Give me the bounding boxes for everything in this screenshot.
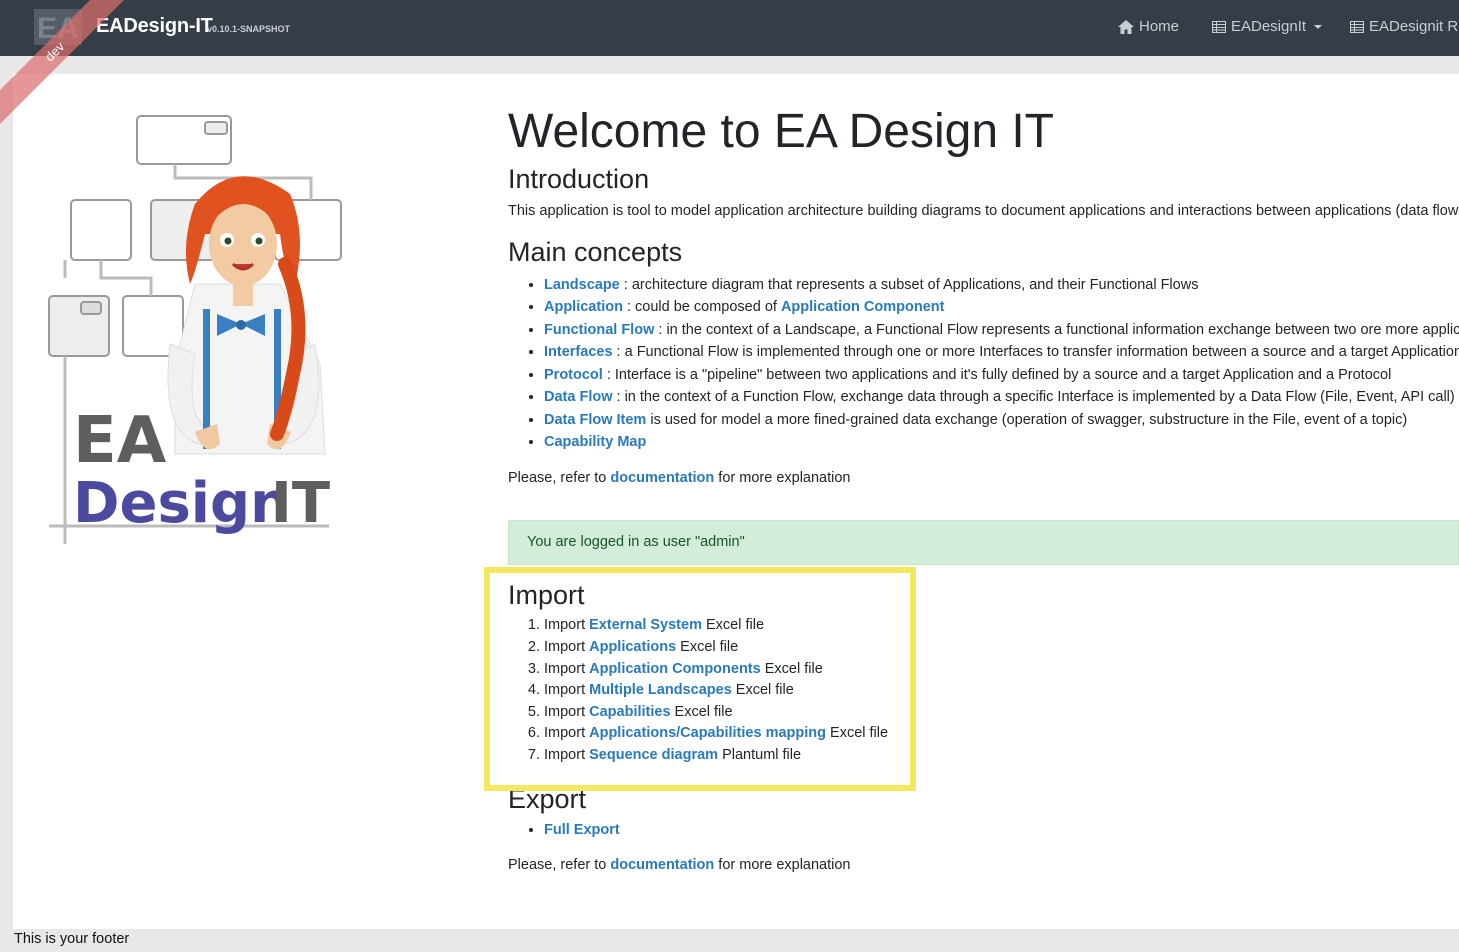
nav-home-label: Home (1139, 18, 1180, 35)
capability-map-link[interactable]: Capability Map (544, 434, 646, 450)
application-link[interactable]: Application (544, 299, 623, 315)
brand-title[interactable]: EADesign-IT (96, 15, 213, 38)
refer-prefix: Please, refer to (508, 469, 611, 486)
list-item: Import Multiple Landscapes Excel file (544, 680, 1459, 702)
login-alert: You are logged in as user "admin" (508, 520, 1459, 565)
application-component-link[interactable]: Application Component (781, 299, 945, 315)
import-suffix: Excel file (701, 617, 765, 634)
export-list: Full Export (508, 819, 1459, 842)
concepts-heading: Main concepts (508, 236, 683, 267)
data-flow-item-link[interactable]: Data Flow Item (544, 412, 646, 428)
table-icon (1212, 20, 1226, 33)
nav-home[interactable]: Home (1118, 18, 1179, 35)
list-item: Import Application Components Excel file (544, 659, 1459, 681)
import-applications-capabilities-mapping-link[interactable]: Applications/Capabilities mapping (589, 725, 826, 741)
import-prefix: Import (544, 660, 590, 677)
import-suffix: Excel file (731, 682, 794, 699)
concept-description: : a Functional Flow is implemented throu… (612, 344, 1459, 361)
import-capabilities-link[interactable]: Capabilities (589, 704, 670, 720)
list-item: Import Applications Excel file (544, 637, 1459, 659)
import-prefix: Import (544, 703, 590, 720)
concept-description: : in the context of a Function Flow, exc… (612, 389, 1455, 406)
import-suffix: Plantuml file (718, 746, 802, 763)
import-suffix: Excel file (826, 725, 889, 742)
import-export-section: Import Import External System Excel file… (508, 579, 1459, 876)
content-column: Welcome to EA Design IT Introduction Thi… (508, 104, 1459, 489)
nav-eadesignit-reports-label: EADesignit Re (1369, 18, 1459, 35)
list-item: Data Flow : in the context of a Function… (544, 386, 1459, 409)
refer-text-2: Please, refer to documentation for more … (508, 855, 1459, 876)
ea-design-it-illustration: EA Design IT (48, 115, 342, 544)
import-external-system-link[interactable]: External System (589, 617, 702, 633)
list-item: Import Capabilities Excel file (544, 702, 1459, 724)
refer-suffix: for more explanation (714, 469, 851, 486)
list-item: Import Sequence diagram Plantuml file (544, 745, 1459, 767)
concept-description: : Interface is a "pipeline" between two … (602, 366, 1392, 383)
chevron-down-icon (1314, 24, 1323, 29)
import-suffix: Excel file (760, 660, 823, 677)
nav-eadesignit-label: EADesignIt (1231, 18, 1307, 35)
import-prefix: Import (544, 638, 590, 655)
import-list: Import External System Excel file Import… (508, 615, 1459, 766)
list-item: Functional Flow : in the context of a La… (544, 319, 1459, 342)
concept-description: : could be composed of (622, 299, 781, 316)
import-application-components-link[interactable]: Application Components (589, 661, 761, 677)
list-item: Application : could be composed of Appli… (544, 296, 1459, 319)
import-prefix: Import (544, 617, 590, 634)
import-applications-link[interactable]: Applications (589, 639, 676, 655)
import-prefix: Import (544, 682, 590, 699)
page-title: Welcome to EA Design IT (508, 105, 1054, 158)
export-heading: Export (508, 783, 587, 814)
import-prefix: Import (544, 746, 590, 763)
functional-flow-link[interactable]: Functional Flow (544, 322, 654, 338)
import-suffix: Excel file (670, 703, 733, 720)
protocol-link[interactable]: Protocol (544, 367, 603, 383)
list-item: Capability Map (544, 431, 1459, 454)
illustration-text-it: IT (271, 471, 330, 536)
table-icon (1350, 20, 1364, 33)
full-export-link[interactable]: Full Export (544, 822, 620, 838)
login-alert-text: You are logged in as user "admin" (527, 534, 745, 550)
import-sequence-diagram-link[interactable]: Sequence diagram (589, 747, 718, 763)
import-multiple-landscapes-link[interactable]: Multiple Landscapes (589, 682, 732, 698)
list-item: Interfaces : a Functional Flow is implem… (544, 341, 1459, 364)
list-item: Landscape : architecture diagram that re… (544, 274, 1459, 297)
import-prefix: Import (544, 725, 590, 742)
interfaces-link[interactable]: Interfaces (544, 344, 613, 360)
refer-text: Please, refer to documentation for more … (508, 468, 1459, 489)
documentation-link-2[interactable]: documentation (610, 857, 714, 873)
illustration-text-design: Design (73, 471, 290, 536)
concept-description: : architecture diagram that represents a… (619, 276, 1199, 293)
data-flow-link[interactable]: Data Flow (544, 389, 612, 405)
nav-eadesignit-reports[interactable]: EADesignit Re (1350, 18, 1459, 35)
list-item: Full Export (544, 819, 1459, 842)
illustration-text-ea: EA (73, 404, 167, 478)
navbar: EA dev EADesign-IT v0.10.1-SNAPSHOT Home… (0, 0, 1459, 132)
list-item: Import Applications/Capabilities mapping… (544, 723, 1459, 745)
list-item: Import External System Excel file (544, 615, 1459, 637)
concept-description: : in the context of a Landscape, a Funct… (654, 321, 1459, 338)
documentation-link[interactable]: documentation (610, 470, 714, 486)
main-panel: EA Design IT Welcome to EA Design IT Int… (13, 74, 1459, 929)
intro-heading: Introduction (508, 164, 650, 195)
home-icon (1118, 19, 1134, 34)
intro-text: This application is tool to model applic… (508, 202, 1459, 219)
brand-version: v0.10.1-SNAPSHOT (207, 24, 291, 34)
page-footer: This is your footer (14, 931, 130, 947)
import-heading: Import (508, 580, 585, 610)
concepts-list: Landscape : architecture diagram that re… (508, 274, 1459, 454)
import-suffix: Excel file (676, 638, 739, 655)
list-item: Protocol : Interface is a "pipeline" bet… (544, 364, 1459, 387)
landscape-link[interactable]: Landscape (544, 277, 620, 293)
list-item: Data Flow Item is used for model a more … (544, 409, 1459, 432)
refer-prefix: Please, refer to (508, 857, 611, 874)
nav-eadesignit-dropdown[interactable]: EADesignIt (1212, 18, 1323, 35)
refer-suffix: for more explanation (714, 857, 851, 874)
concept-description: is used for model a more fined-grained d… (646, 411, 1408, 428)
